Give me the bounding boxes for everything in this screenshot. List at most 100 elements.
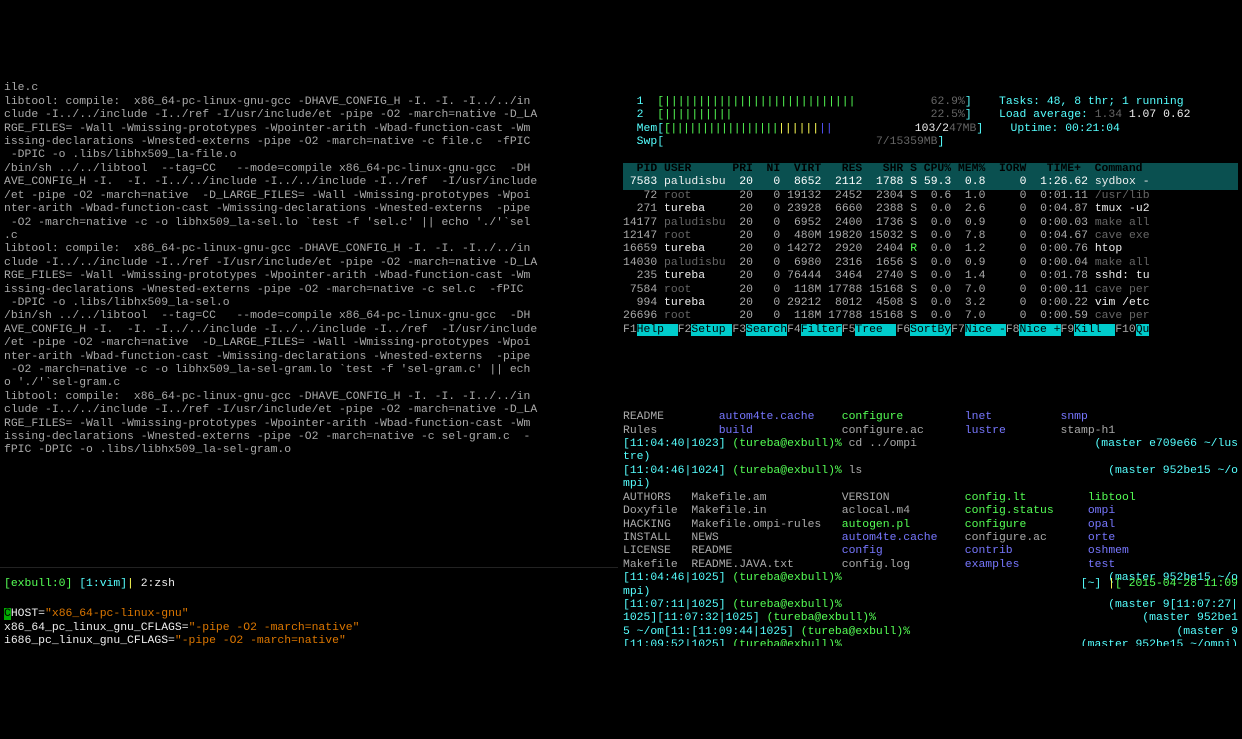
file-entry: INSTALL [623,532,691,544]
cursor: C [4,608,11,620]
cpu-pct: 62.9% [931,96,965,108]
file-entry: libtool [1088,492,1156,504]
file-entry: lnet [965,411,1061,423]
fkey[interactable]: F9 [1061,324,1075,336]
var-val: "-pipe -O2 -march=native" [175,635,346,645]
file-entry: examples [965,559,1088,571]
fkey-label[interactable]: Filter [801,324,842,336]
htop-header[interactable]: PID USER PRI NI VIRT RES SHR S CPU% MEM%… [623,163,1238,176]
file-entry: Makefile.ompi-rules [691,519,841,531]
file-entry: lustre [965,425,1061,437]
tmux-cwd: [~] [1081,578,1108,590]
swp-label: Swp [623,136,657,148]
file-entry: VERSION [842,492,965,504]
process-row[interactable]: 72 root 20 0 19132 2452 2304 S 0.6 1.0 0… [623,190,1238,203]
fkey-label[interactable]: Tree [855,324,896,336]
cpu-label: 2 [623,109,657,121]
separator [0,567,618,568]
file-entry: aclocal.m4 [842,505,965,517]
fkey[interactable]: F2 [678,324,692,336]
file-entry: Makefile [623,559,691,571]
file-entry: configure.ac [965,532,1088,544]
fkey[interactable]: F1 [623,324,637,336]
file-entry: oshmem [1088,545,1156,557]
file-entry: configure [842,411,965,423]
file-entry: contrib [965,545,1088,557]
vim-editor[interactable]: CHOST="x86_64-pc-linux-gnu" x86_64_pc_li… [0,595,618,646]
file-entry: autom4te.cache [842,532,965,544]
fkey-label[interactable]: Search [746,324,787,336]
file-entry: NEWS [691,532,841,544]
fkey-label[interactable]: Qu [1136,324,1150,336]
tasks: Tasks: 48, 8 thr; 1 running [999,96,1184,108]
tmux-window-active[interactable]: [1:vim] [72,578,127,590]
mem-total: 47MB [949,123,976,135]
tmux-window[interactable]: 2:zsh [134,578,182,590]
process-row[interactable]: 14030 paludisbu 20 0 6980 2316 1656 S 0.… [623,257,1238,270]
process-row[interactable]: 7583 paludisbu 20 0 8652 2112 1788 S 59.… [623,176,1238,189]
cpu-bar: [|||||||||||||||||||||||||||| [657,96,855,108]
var-key: x86_64_pc_linux_gnu_CFLAGS= [4,622,189,634]
file-entry: stamp-h1 [1061,425,1129,437]
fkey[interactable]: F8 [1006,324,1020,336]
cpu-bar: [|||||||||| [657,109,732,121]
file-entry: LICENSE [623,545,691,557]
fkey[interactable]: F4 [787,324,801,336]
process-row[interactable]: 7584 root 20 0 118M 17788 15168 S 0.0 7.… [623,284,1238,297]
file-entry: README [623,411,719,423]
mem-bar: [||||||||||||||||| [664,123,778,135]
file-entry: Makefile.in [691,505,841,517]
fkey-label[interactable]: Setup [691,324,732,336]
var-key: HOST= [11,608,45,620]
process-row[interactable]: 14177 paludisbu 20 0 6952 2400 1736 S 0.… [623,217,1238,230]
htop-function-bar[interactable]: F1Help F2Setup F3SearchF4FilterF5Tree F6… [623,324,1238,337]
file-entry: README.JAVA.txt [691,559,841,571]
swp-val: 7/15359MB [876,136,938,148]
file-entry: HACKING [623,519,691,531]
fkey-label[interactable]: Help [637,324,678,336]
tmux-date: [ 2015-04-28 11:09 [1115,578,1238,590]
file-entry: autogen.pl [842,519,965,531]
file-entry: ompi [1088,505,1156,517]
htop-process-list[interactable]: 7583 paludisbu 20 0 8652 2112 1788 S 59.… [623,176,1238,323]
process-row[interactable]: 16659 tureba 20 0 14272 2920 2404 R 0.0 … [623,243,1238,256]
file-entry: build [719,425,842,437]
tmux-session[interactable]: [exbull:0] [4,578,72,590]
fkey[interactable]: F10 [1115,324,1136,336]
fkey-label[interactable]: SortBy [910,324,951,336]
mem-label: Mem [623,123,657,135]
shell-pane[interactable]: README autom4te.cache configure lnet snm… [619,409,1242,645]
process-row[interactable]: 271 tureba 20 0 23928 6660 2388 S 0.0 2.… [623,203,1238,216]
uptime: Uptime: 00:21:04 [1011,123,1120,135]
fkey-label[interactable]: Nice + [1019,324,1060,336]
cpu-pct: 22.5% [931,109,965,121]
fkey[interactable]: F3 [732,324,746,336]
process-row[interactable]: 12147 root 20 0 480M 19820 15032 S 0.0 7… [623,230,1238,243]
file-entry: config [842,545,965,557]
var-val: "-pipe -O2 -march=native" [189,622,360,634]
file-entry: orte [1088,532,1156,544]
compile-output: ile.c libtool: compile: x86_64-pc-linux-… [0,80,618,540]
fkey[interactable]: F6 [896,324,910,336]
cpu-label: 1 [623,96,657,108]
htop[interactable]: 1 [|||||||||||||||||||||||||||| 62.9%] T… [619,80,1242,382]
process-row[interactable]: 994 tureba 20 0 29212 8012 4508 S 0.0 3.… [623,297,1238,310]
process-row[interactable]: 26696 root 20 0 118M 17788 15168 S 0.0 7… [623,310,1238,323]
fkey[interactable]: F7 [951,324,965,336]
swp-bar: [ [657,136,664,148]
file-entry: config.log [842,559,965,571]
fkey[interactable]: F5 [842,324,856,336]
fkey-label[interactable]: Kill [1074,324,1115,336]
fkey-label[interactable]: Nice - [965,324,1006,336]
tmux-status-bar[interactable]: [exbull:0] [1:vim]| 2:zsh [~] |[ 2015-04… [0,578,1242,591]
file-entry: config.status [965,505,1088,517]
file-entry: config.lt [965,492,1088,504]
file-entry: configure [965,519,1088,531]
mem-used: 103/2 [915,123,949,135]
file-entry: Doxyfile [623,505,691,517]
var-val: "x86_64-pc-linux-gnu" [45,608,189,620]
file-entry: Makefile.am [691,492,841,504]
file-entry: configure.ac [842,425,965,437]
file-entry: opal [1088,519,1156,531]
process-row[interactable]: 235 tureba 20 0 76444 3464 2740 S 0.0 1.… [623,270,1238,283]
